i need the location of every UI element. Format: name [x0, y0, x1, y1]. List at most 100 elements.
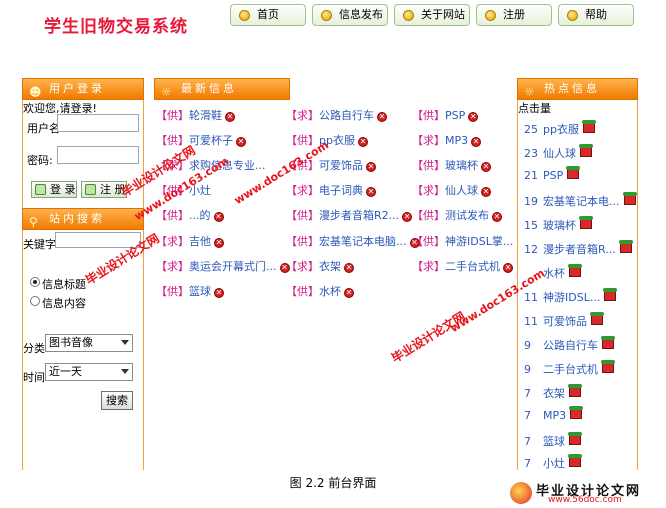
search-button[interactable]: 搜索	[101, 391, 133, 410]
magnifier-icon: ⚲	[29, 215, 38, 229]
hot-item[interactable]: 12 漫步者音箱R...	[524, 240, 633, 257]
delete-icon[interactable]: ✕	[344, 288, 354, 298]
delete-icon[interactable]: ✕	[492, 212, 502, 222]
delete-icon[interactable]: ✕	[214, 288, 224, 298]
nav-post[interactable]: 信息发布	[312, 4, 388, 26]
hot-item[interactable]: 11 神游IDSL...	[524, 288, 618, 305]
sun-icon: ☼	[161, 85, 172, 99]
delete-icon[interactable]: ✕	[357, 137, 368, 147]
gift-icon	[601, 336, 615, 349]
list-item[interactable]: 【供】PSP ✕	[412, 107, 479, 123]
delete-icon[interactable]: ✕	[377, 112, 387, 122]
delete-icon[interactable]: ✕	[503, 263, 513, 273]
delete-icon[interactable]: ✕	[471, 137, 482, 147]
nav-label: 注册	[503, 8, 525, 21]
hot-item[interactable]: 19 宏基笔记本电...	[524, 192, 637, 209]
category-label: 分类	[23, 342, 45, 355]
list-item[interactable]: 【供】轮滑鞋 ✕	[156, 107, 235, 123]
list-item[interactable]: 【求】衣架 ✕	[286, 258, 354, 274]
delete-icon[interactable]: ✕	[481, 187, 491, 197]
hot-item[interactable]: 21 PSP	[524, 166, 581, 182]
login-button[interactable]: 登 录	[31, 181, 77, 198]
hot-item[interactable]: 9 公路自行车	[524, 336, 615, 353]
nav-dot-icon	[403, 10, 414, 21]
delete-icon[interactable]: ✕	[402, 212, 413, 222]
list-item[interactable]: 【供】神游IDSL掌...	[412, 233, 513, 249]
gift-icon	[581, 120, 596, 133]
list-item[interactable]: 【求】电子词典 ✕	[286, 182, 376, 198]
delete-icon[interactable]: ✕	[236, 137, 246, 147]
category-select[interactable]: 图书音像	[45, 334, 133, 352]
gift-icon	[618, 240, 633, 253]
password-input[interactable]	[57, 146, 139, 164]
search-header: ⚲ 站内搜索	[22, 208, 144, 230]
list-item[interactable]: 【供】可爱杯子 ✕	[156, 132, 246, 148]
list-item[interactable]: 【求】奥运会开幕式门... ✕	[156, 258, 290, 274]
delete-icon[interactable]: ✕	[225, 112, 235, 122]
gift-icon	[568, 264, 582, 277]
login-icon	[35, 184, 46, 195]
radio-content[interactable]	[30, 296, 40, 306]
nav-about[interactable]: 关于网站	[394, 4, 470, 26]
list-item[interactable]: 【供】宏基笔记本电脑... ✕	[286, 233, 420, 249]
list-item[interactable]: 【求】仙人球 ✕	[412, 182, 491, 198]
time-label: 时间	[23, 371, 45, 384]
delete-icon[interactable]: ✕	[213, 212, 224, 222]
list-item[interactable]: 【供】水杯 ✕	[286, 283, 354, 299]
delete-icon[interactable]: ✕	[214, 238, 224, 248]
time-select[interactable]: 近一天	[45, 363, 133, 381]
gift-icon	[568, 432, 582, 445]
hot-item[interactable]: 7 篮球	[524, 432, 582, 449]
username-input[interactable]	[57, 114, 139, 132]
radio-title[interactable]	[30, 277, 40, 287]
nav-label: 首页	[257, 8, 279, 21]
nav-dot-icon	[239, 10, 250, 21]
latest-header: ☼ 最新信息	[154, 78, 290, 100]
delete-icon[interactable]: ✕	[344, 263, 354, 273]
login-header: ☻ 用户登录	[22, 78, 144, 100]
gift-icon	[566, 166, 581, 179]
password-label: 密码:	[27, 154, 53, 167]
gift-icon	[579, 216, 593, 229]
hot-item[interactable]: 11 可爱饰品	[524, 312, 604, 329]
list-item[interactable]: 【求】二手台式机 ✕	[412, 258, 513, 274]
user-icon: ☻	[29, 85, 42, 99]
hot-item[interactable]: 15 玻璃杯	[524, 216, 593, 233]
hot-item[interactable]: 7 小灶	[524, 454, 582, 471]
nav-help[interactable]: 帮助	[558, 4, 634, 26]
list-item[interactable]: 【求】公路自行车 ✕	[286, 107, 387, 123]
nav-dot-icon	[485, 10, 496, 21]
chevron-down-icon	[121, 340, 129, 345]
list-item[interactable]: 【供】漫步者音箱R2... ✕	[286, 207, 413, 223]
nav-home[interactable]: 首页	[230, 4, 306, 26]
hot-item[interactable]: 7 MP3	[524, 406, 584, 422]
list-item[interactable]: 【供】测试发布 ✕	[412, 207, 502, 223]
watermark-text: 毕业设计论文网	[389, 309, 468, 366]
list-item[interactable]: 【供】篮球 ✕	[156, 283, 224, 299]
delete-icon[interactable]: ✕	[481, 162, 491, 172]
radio-content-label: 信息内容	[42, 297, 86, 310]
site-logo: 学生旧物交易系统	[44, 17, 188, 37]
latest-panel: ☼ 最新信息	[154, 78, 290, 100]
nav-dot-icon	[321, 10, 332, 21]
hot-item[interactable]: 25 pp衣服	[524, 120, 596, 137]
list-item[interactable]: 【供】...的 ✕	[156, 207, 224, 223]
list-item[interactable]: 【求】吉他 ✕	[156, 233, 224, 249]
chevron-down-icon	[121, 369, 129, 374]
list-item[interactable]: 【求】MP3 ✕	[412, 132, 482, 148]
gift-icon	[603, 288, 618, 301]
hot-item[interactable]: 23 仙人球	[524, 144, 593, 161]
gift-icon	[568, 384, 582, 397]
delete-icon[interactable]: ✕	[366, 187, 376, 197]
hot-header: ☼ 热点信息	[517, 78, 638, 100]
delete-icon[interactable]: ✕	[366, 162, 376, 172]
hot-item[interactable]: 9 二手台式机	[524, 360, 615, 377]
site-mark-icon	[510, 482, 532, 504]
nav-label: 帮助	[585, 8, 607, 21]
nav-register[interactable]: 注册	[476, 4, 552, 26]
sun-icon: ☼	[524, 85, 535, 99]
list-item[interactable]: 【供】玻璃杯 ✕	[412, 157, 491, 173]
hot-item[interactable]: 7 衣架	[524, 384, 582, 401]
delete-icon[interactable]: ✕	[468, 112, 479, 122]
gift-icon	[579, 144, 593, 157]
